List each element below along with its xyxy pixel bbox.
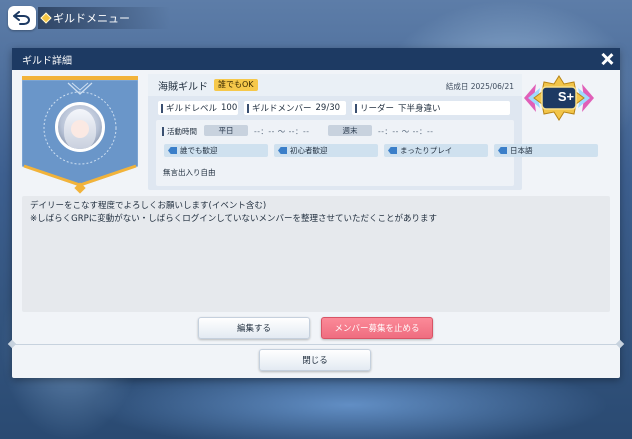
activity-panel: 活動時間 平日 --：-- 〜 --：-- 週末 --：-- 〜 --：-- 誰…	[156, 120, 598, 186]
screen-title-bar: ギルドメニュー	[38, 7, 170, 29]
guild-leader-stat: リーダー 下半身違い	[352, 101, 510, 115]
tag-label: 日本語	[510, 146, 533, 155]
activity-tag: 日本語	[494, 144, 598, 157]
activity-tag: 誰でも歓迎	[164, 144, 268, 157]
tag-icon	[168, 147, 177, 154]
founded-date: 結成日 2025/06/21	[446, 81, 514, 92]
close-icon[interactable]	[600, 52, 614, 66]
guild-description: デイリーをこなす程度でよろしくお願いします(イベント含む) ※しばらくGRPに変…	[22, 196, 610, 312]
tag-icon	[388, 147, 397, 154]
weekend-label: 週末	[328, 125, 372, 136]
activity-note: 無言出入り自由	[163, 168, 216, 177]
divider-cap	[615, 339, 625, 349]
activity-tag: 初心者歓迎	[274, 144, 378, 157]
tag-icon	[278, 147, 287, 154]
guild-info-panel: 海賊ギルド 誰でもOK 結成日 2025/06/21 ギルドレベル 100 ギル…	[148, 74, 598, 190]
join-policy-badge: 誰でもOK	[214, 79, 258, 91]
edit-button[interactable]: 編集する	[198, 317, 310, 339]
activity-time-label: 活動時間	[162, 126, 197, 137]
description-line: デイリーをこなす程度でよろしくお願いします(イベント含む)	[30, 201, 267, 211]
close-button[interactable]: 閉じる	[259, 349, 371, 371]
back-button[interactable]	[8, 6, 36, 30]
guild-name: 海賊ギルド	[158, 82, 208, 93]
stop-recruit-button[interactable]: メンバー募集を止める	[321, 317, 433, 339]
guild-leader-label: リーダー	[360, 104, 395, 114]
back-arrow-icon	[13, 11, 30, 25]
guild-detail-modal: ギルド詳細 海賊ギルド 誰でもOK 結成日 2025/06/21 ギルドレベル	[7, 48, 625, 378]
weekday-label: 平日	[204, 125, 248, 136]
description-line: ※しばらくGRPに変動がない・しばらくログインしていないメンバーを整理させていた…	[30, 214, 437, 224]
guild-emblem	[22, 76, 138, 194]
guild-members-value: 29/30	[315, 103, 341, 113]
guild-level-stat: ギルドレベル 100	[158, 101, 238, 115]
tag-label: 誰でも歓迎	[180, 146, 218, 155]
activity-tag: まったりプレイ	[384, 144, 488, 157]
weekday-time: --：-- 〜 --：--	[254, 127, 310, 136]
weekend-time: --：-- 〜 --：--	[378, 127, 434, 136]
guild-members-label: ギルドメンバー	[252, 104, 312, 114]
tag-label: 初心者歓迎	[290, 146, 328, 155]
screen-title: ギルドメニュー	[53, 12, 130, 25]
diamond-icon	[40, 12, 52, 24]
founded-label: 結成日	[445, 82, 469, 91]
guild-level-value: 100	[221, 103, 238, 113]
tag-icon	[498, 147, 507, 154]
rank-label: S+	[557, 89, 575, 104]
modal-header: ギルド詳細	[12, 48, 620, 70]
modal-title: ギルド詳細	[22, 55, 72, 67]
guild-icon-avatar	[55, 102, 105, 152]
guild-level-label: ギルドレベル	[166, 104, 218, 114]
guild-members-stat: ギルドメンバー 29/30	[244, 101, 346, 115]
founded-value: 2025/06/21	[470, 82, 514, 91]
avatar-face	[71, 120, 89, 138]
guild-leader-value: 下半身違い	[398, 104, 441, 114]
tag-label: まったりプレイ	[400, 146, 453, 155]
footer-divider	[12, 344, 620, 345]
